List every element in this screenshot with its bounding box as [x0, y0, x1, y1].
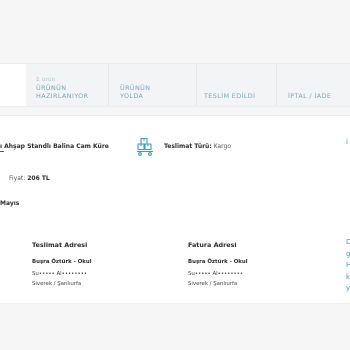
delivery-address-title: Teslimat Adresi [32, 241, 88, 249]
delivery-boxes-icon [137, 137, 153, 156]
tab-cancel-return[interactable]: İPTAL / İADE [288, 64, 350, 106]
delivery-address-line: Su••••• Al•••••••• [32, 271, 88, 277]
edge-link[interactable]: H [346, 260, 350, 272]
right-edge-links: D g H k y [346, 237, 350, 295]
tab-shipping-line1: ÜRÜNÜN [120, 84, 151, 92]
billing-address-line: Su••••• Al•••••••• [188, 271, 244, 277]
delivery-address-city: Siverek / Şanlıurfa [32, 281, 82, 287]
edge-link[interactable]: k [346, 272, 350, 284]
price-value: 206 TL [27, 175, 50, 182]
tab-shipping[interactable]: ÜRÜNÜN YOLDA [120, 64, 192, 106]
price-label: Fiyat: [9, 175, 26, 182]
order-status-tabs: 1 ürün ÜRÜNÜN HAZIRLANIYOR ÜRÜNÜN YOLDA … [0, 63, 350, 107]
product-name[interactable]: ı Ahşap Standlı Balina Cam Küre [0, 143, 109, 150]
order-detail-page: 1 ürün ÜRÜNÜN HAZIRLANIYOR ÜRÜNÜN YOLDA … [0, 0, 350, 350]
tab-preparing-count: 1 ürün [36, 77, 56, 83]
edge-link-top[interactable]: i [346, 138, 348, 146]
tab-divider [196, 64, 197, 106]
billing-address-name: Buşra Öztürk - Okul [188, 259, 248, 265]
price: Fiyat: 206 TL [9, 175, 50, 182]
order-date: Mayıs [0, 200, 20, 207]
billing-address-city: Siverek / Şanlıurfa [188, 281, 238, 287]
tab-all[interactable] [0, 64, 26, 106]
shipping-type: Teslimat Türü: Kargo [164, 143, 231, 150]
tab-preparing-line2: HAZIRLANIYOR [36, 92, 89, 100]
tab-divider [108, 64, 109, 106]
delivery-address-name: Buşra Öztürk - Okul [32, 259, 92, 265]
tab-preparing-line1: ÜRÜNÜN [36, 84, 67, 92]
edge-link[interactable]: y [346, 283, 350, 295]
tab-divider [276, 64, 277, 106]
shipping-type-label: Teslimat Türü: [164, 143, 212, 150]
edge-link[interactable]: D [346, 237, 350, 249]
billing-address-title: Fatura Adresi [188, 241, 237, 249]
tab-cancel-label: İPTAL / İADE [288, 92, 332, 100]
tab-delivered[interactable]: TESLİM EDİLDİ [204, 64, 274, 106]
product-name-continuation [0, 151, 4, 152]
tab-shipping-line2: YOLDA [120, 92, 144, 100]
edge-link[interactable]: g [346, 249, 350, 261]
tab-delivered-label: TESLİM EDİLDİ [204, 92, 256, 100]
shipping-type-value: Kargo [213, 143, 232, 150]
order-card: ı Ahşap Standlı Balina Cam Küre Teslimat… [0, 115, 350, 304]
tab-preparing[interactable]: 1 ürün ÜRÜNÜN HAZIRLANIYOR [36, 64, 112, 106]
